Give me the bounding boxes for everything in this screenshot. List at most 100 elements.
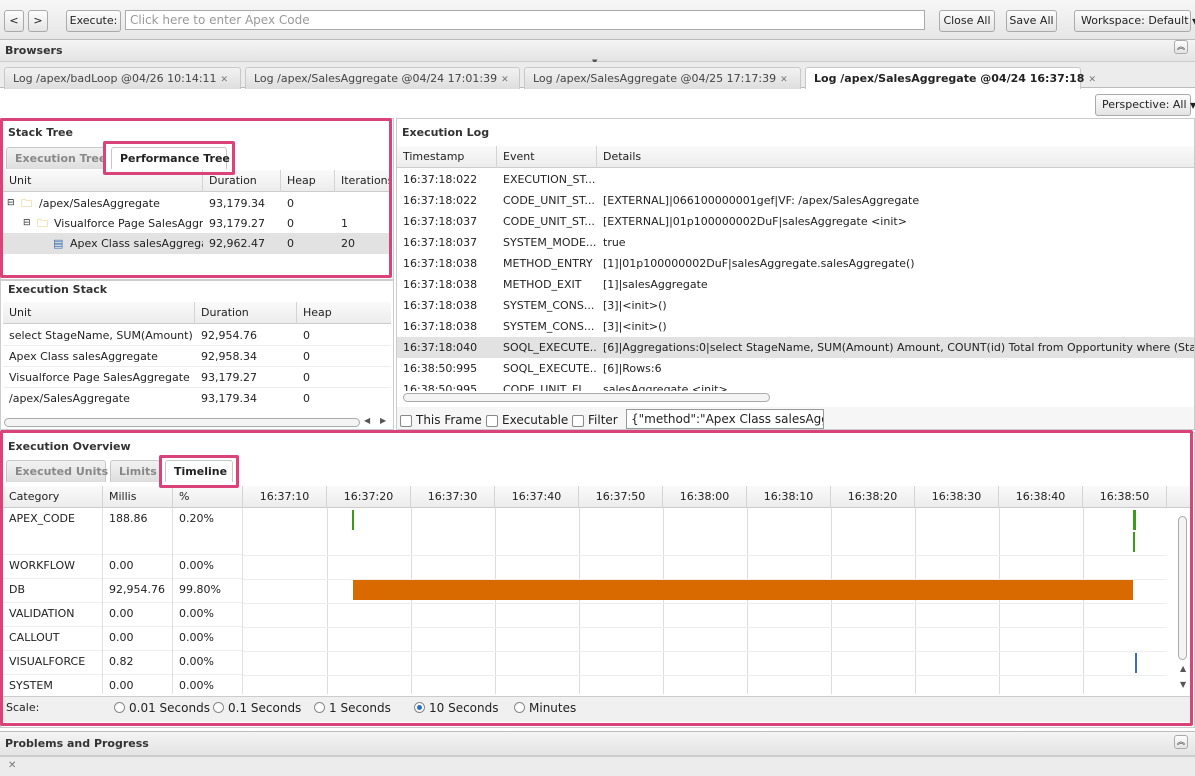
visualforce-mark[interactable]	[1135, 653, 1138, 673]
log-row[interactable]: 16:37:18:037 SYSTEM_MODE... true	[397, 232, 1194, 253]
vertical-scrollbar[interactable]	[1178, 516, 1187, 660]
log-horizontal-scrollbar[interactable]	[403, 393, 770, 402]
close-icon[interactable]: ✕	[780, 75, 788, 85]
log-row[interactable]: 16:38:50:995 SOQL_EXECUTE... [6]|Rows:6	[397, 358, 1194, 379]
execute-button[interactable]: Execute:	[66, 10, 121, 32]
apex-code-mark-end[interactable]	[1132, 510, 1136, 530]
close-icon[interactable]: ✕	[501, 75, 509, 85]
scale-option[interactable]: 0.01 Seconds	[114, 701, 210, 715]
workspace-dropdown[interactable]: Workspace: Default ▼	[1074, 10, 1195, 32]
collapse-problems-icon[interactable]: ︽	[1174, 735, 1188, 749]
col-timestamp[interactable]: Timestamp	[397, 146, 497, 168]
overview-row[interactable]: SYSTEM 0.00 0.00%	[3, 675, 243, 694]
col-event[interactable]: Event	[497, 146, 597, 168]
stack-row[interactable]: select StageName, SUM(Amount) A... 92,954…	[3, 325, 391, 346]
stack-unit: /apex/SalesAggregate	[9, 392, 130, 405]
radio-icon[interactable]	[213, 702, 224, 713]
scroll-down-icon[interactable]: ▼	[1180, 680, 1186, 689]
log-event: CODE_UNIT_FI...	[503, 383, 593, 391]
apex-code-mark-end-2[interactable]	[1132, 532, 1135, 552]
col-category[interactable]: Category	[3, 486, 103, 508]
scroll-left-icon[interactable]: ◀	[364, 416, 370, 425]
radio-icon[interactable]	[514, 702, 525, 713]
radio-icon[interactable]	[114, 702, 125, 713]
executable-checkbox[interactable]: Executable	[486, 413, 568, 427]
close-icon[interactable]: ✕	[221, 75, 229, 85]
overview-row[interactable]: WORKFLOW 0.00 0.00%	[3, 555, 243, 579]
scale-option[interactable]: 0.1 Seconds	[213, 701, 301, 715]
tree-row[interactable]: ⊟ 🗀 /apex/SalesAggregate 93,179.34 0	[3, 193, 391, 214]
scroll-right-icon[interactable]: ▶	[380, 416, 386, 425]
checkbox-icon[interactable]	[400, 414, 412, 427]
log-row[interactable]: 16:37:18:040 SOQL_EXECUTE... [6]|Aggregati…	[397, 337, 1194, 358]
col-unit[interactable]: Unit	[3, 302, 195, 324]
execute-input[interactable]: Click here to enter Apex Code	[125, 10, 925, 30]
forward-button[interactable]: >	[28, 10, 48, 32]
browser-tab-salesaggregate-1[interactable]: Log /apex/SalesAggregate @04/24 17:01:39…	[245, 67, 520, 89]
scale-option[interactable]: Minutes	[514, 701, 576, 715]
overview-row[interactable]: VISUALFORCE 0.82 0.00%	[3, 651, 243, 675]
col-pct[interactable]: %	[173, 486, 243, 508]
tab-execution-tree[interactable]: Execution Tree	[6, 147, 106, 169]
col-millis[interactable]: Millis	[103, 486, 173, 508]
stack-heap: 0	[303, 329, 310, 342]
close-all-button[interactable]: Close All	[939, 10, 995, 32]
col-details[interactable]: Details	[597, 146, 1194, 168]
scroll-up-icon[interactable]: ▲	[1180, 664, 1186, 673]
browser-tab-salesaggregate-2[interactable]: Log /apex/SalesAggregate @04/25 17:17:39…	[524, 67, 801, 89]
radio-icon[interactable]	[314, 702, 325, 713]
col-heap[interactable]: Heap	[297, 302, 391, 324]
collapse-icon[interactable]: ⊟	[19, 213, 31, 234]
save-all-button[interactable]: Save All	[1006, 10, 1057, 32]
filter-input[interactable]: {"method":"Apex Class salesAggreg	[626, 409, 824, 429]
scale-option[interactable]: 1 Seconds	[314, 701, 391, 715]
overview-row[interactable]: DB 92,954.76 99.80%	[3, 579, 243, 603]
collapse-icon[interactable]: ⊟	[3, 193, 15, 214]
tick-label: 16:38:00	[663, 486, 747, 508]
col-duration[interactable]: Duration	[203, 170, 281, 192]
horizontal-scrollbar[interactable]	[4, 418, 360, 427]
browser-tab-badloop[interactable]: Log /apex/badLoop @04/26 10:14:11 ✕	[4, 67, 241, 89]
status-bar	[0, 756, 1195, 776]
perspective-dropdown[interactable]: Perspective: All ▼	[1095, 94, 1195, 116]
overview-row[interactable]: CALLOUT 0.00 0.00%	[3, 627, 243, 651]
browser-tab-salesaggregate-3[interactable]: Log /apex/SalesAggregate @04/24 16:37:18…	[805, 67, 1096, 89]
timeline-chart	[243, 508, 1167, 694]
this-frame-checkbox[interactable]: This Frame	[400, 413, 482, 427]
radio-icon[interactable]	[414, 702, 425, 713]
overview-row[interactable]: APEX_CODE 188.86 0.20%	[3, 508, 243, 555]
stack-row[interactable]: /apex/SalesAggregate 93,179.34 0	[3, 388, 391, 409]
stack-row[interactable]: Apex Class salesAggregate 92,958.34 0	[3, 346, 391, 367]
filter-checkbox[interactable]: Filter	[572, 413, 618, 427]
overview-row[interactable]: VALIDATION 0.00 0.00%	[3, 603, 243, 627]
back-button[interactable]: <	[4, 10, 24, 32]
db-bar[interactable]	[352, 580, 1134, 600]
row-separator	[243, 603, 1167, 604]
log-row[interactable]: 16:37:18:022 EXECUTION_ST...	[397, 169, 1194, 190]
checkbox-icon[interactable]	[572, 414, 584, 427]
log-row[interactable]: 16:38:50:995 CODE_UNIT_FI... salesAggregat…	[397, 379, 1194, 391]
log-row[interactable]: 16:37:18:038 SYSTEM_CONS... [3]|<init>()	[397, 316, 1194, 337]
log-row[interactable]: 16:37:18:038 METHOD_EXIT [1]|salesAggregat…	[397, 274, 1194, 295]
log-row[interactable]: 16:37:18:022 CODE_UNIT_ST... [EXTERNAL]|06…	[397, 190, 1194, 211]
col-unit[interactable]: Unit	[3, 170, 203, 192]
col-duration[interactable]: Duration	[195, 302, 297, 324]
stack-row[interactable]: Visualforce Page SalesAggregate 93,179.27…	[3, 367, 391, 388]
tree-row[interactable]: ▤ Apex Class salesAggregate 92,962.47 0 …	[3, 233, 391, 254]
log-row[interactable]: 16:37:18:038 SYSTEM_CONS... [3]|<init>()	[397, 295, 1194, 316]
collapse-browsers-icon[interactable]: ︽	[1174, 40, 1188, 54]
tab-executed-units[interactable]: Executed Units	[6, 460, 108, 482]
apex-code-mark-start[interactable]	[352, 510, 355, 530]
log-row[interactable]: 16:37:18:038 METHOD_ENTRY [1]|01p100000002…	[397, 253, 1194, 274]
checkbox-icon[interactable]	[486, 414, 498, 427]
col-iterations[interactable]: Iterations	[335, 170, 391, 192]
tab-timeline[interactable]: Timeline	[165, 460, 233, 482]
scale-option[interactable]: 10 Seconds	[414, 701, 499, 715]
col-heap[interactable]: Heap	[281, 170, 335, 192]
log-row[interactable]: 16:37:18:037 CODE_UNIT_ST... [EXTERNAL]|01…	[397, 211, 1194, 232]
tab-limits[interactable]: Limits	[110, 460, 160, 482]
close-icon[interactable]: ✕	[1088, 75, 1096, 85]
tree-row[interactable]: ⊟ 🗀 Visualforce Page SalesAggre... 93,17…	[3, 213, 391, 234]
tab-performance-tree[interactable]: Performance Tree	[111, 147, 230, 169]
close-icon[interactable]: ✕	[8, 760, 16, 771]
